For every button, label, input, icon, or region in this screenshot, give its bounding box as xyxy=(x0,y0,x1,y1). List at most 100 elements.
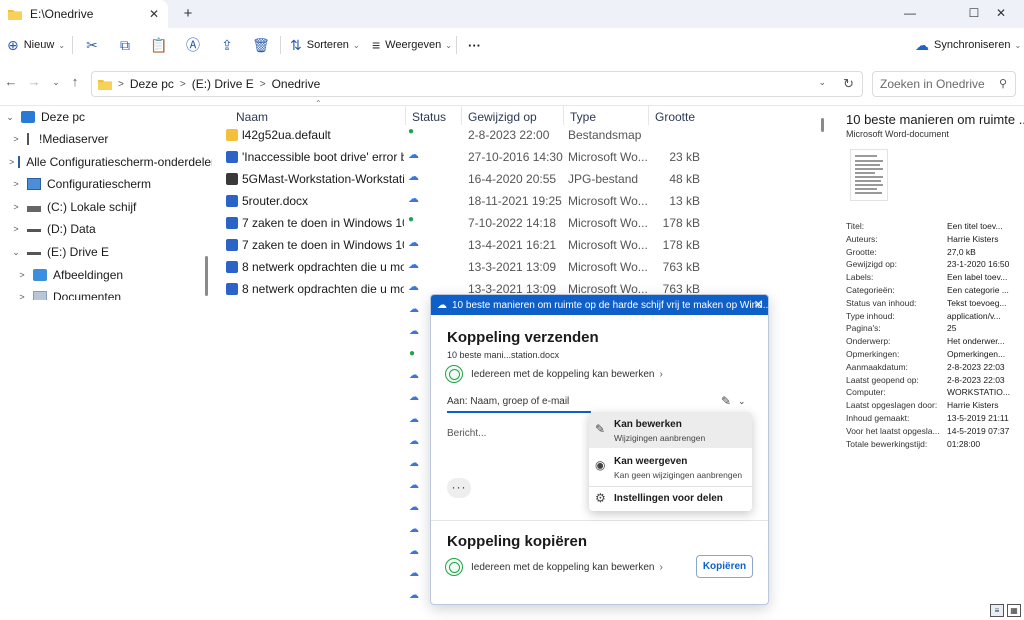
property-row[interactable]: Onderwerp: Het onderwer... xyxy=(846,336,1024,348)
property-value: Een titel toev... xyxy=(947,221,1003,231)
tree-item-documents[interactable]: > Documenten xyxy=(0,286,212,300)
property-row[interactable]: Labels: Een label toev... xyxy=(846,272,1024,284)
menu-item-can-edit[interactable]: ✎ Kan bewerken Wijzigingen aanbrengen xyxy=(589,412,752,448)
tree-item-this-pc[interactable]: ⌄ Deze pc xyxy=(0,106,212,128)
expand-chevron-icon[interactable]: > xyxy=(15,292,29,300)
tree-item-drive-d[interactable]: > (D:) Data xyxy=(0,218,212,240)
nav-scrollbar[interactable] xyxy=(205,256,208,296)
paste-icon[interactable]: 📋 xyxy=(149,35,169,55)
view-button[interactable]: ≡ Weergeven ⌄ xyxy=(372,34,452,56)
breadcrumb-this-pc[interactable]: Deze pc xyxy=(130,77,174,91)
column-header-type[interactable]: Type xyxy=(563,105,596,125)
details-scrollbar[interactable] xyxy=(821,118,824,132)
file-type: Bestandsmap xyxy=(568,128,642,142)
expand-chevron-icon[interactable]: > xyxy=(9,224,23,234)
menu-item-can-view[interactable]: ◉ Kan weergeven Kan geen wijzigingen aan… xyxy=(589,449,752,485)
sort-button[interactable]: ⇅ Sorteren ⌄ xyxy=(290,34,360,56)
property-row[interactable]: Aanmaakdatum: 2-8-2023 22:03 xyxy=(846,362,1024,374)
new-button[interactable]: ⊕ Nieuw ⌄ xyxy=(7,34,65,56)
recipient-input[interactable]: Aan: Naam, groep of e-mail xyxy=(447,395,591,413)
property-key: Gewijzigd op: xyxy=(846,259,898,270)
column-header-size[interactable]: Grootte xyxy=(648,105,695,125)
explorer-tab[interactable]: E:\Onedrive ✕ xyxy=(0,0,168,28)
tree-item-drive-c[interactable]: > (C:) Lokale schijf xyxy=(0,196,212,218)
property-value: Harrie Kisters xyxy=(947,233,999,244)
property-row[interactable]: Type inhoud: application/v... xyxy=(846,311,1024,323)
file-row[interactable]: l42g52ua.default ● 2-8-2023 22:00 Bestandsm… xyxy=(222,124,814,146)
pencil-icon[interactable]: ✎ xyxy=(721,394,731,408)
more-options-button[interactable]: ··· xyxy=(447,478,471,498)
tree-item-mediaserver[interactable]: > !Mediaserver xyxy=(0,128,212,150)
copy-icon[interactable]: ⧉ xyxy=(115,35,135,55)
cut-icon[interactable]: ✂ xyxy=(82,35,102,55)
close-icon[interactable]: ✕ xyxy=(754,298,763,311)
folder-icon xyxy=(98,79,112,90)
property-row[interactable]: Laatst geopend op: 2-8-2023 22:03 xyxy=(846,375,1024,387)
address-history-chevron-icon[interactable]: ⌄ xyxy=(818,77,826,88)
expand-chevron-icon[interactable]: > xyxy=(15,270,29,280)
copy-permission-setting[interactable]: Iedereen met de koppeling kan bewerken › xyxy=(445,557,663,577)
property-row[interactable]: Voor het laatst opgesla... 14-5-2019 07:3… xyxy=(846,426,1024,438)
new-tab-button[interactable]: + xyxy=(178,4,198,24)
file-row[interactable]: 8 netwerk opdrachten die u mo... ☁ 13-3-20… xyxy=(222,256,814,278)
property-row[interactable]: Laatst opgeslagen door: Harrie Kisters xyxy=(846,400,1024,412)
expand-chevron-icon[interactable]: > xyxy=(9,157,14,167)
property-row[interactable]: Pagina's: 25 xyxy=(846,323,1024,335)
address-bar[interactable]: > Deze pc > (E:) Drive E > Onedrive ⌄ ↻ xyxy=(91,71,863,97)
recent-chevron-icon[interactable]: ⌄ xyxy=(48,77,64,95)
cloud-status-icon: ☁ xyxy=(409,524,419,535)
rename-icon[interactable]: Ⓐ xyxy=(183,35,203,55)
property-row[interactable]: Inhoud gemaakt: 13-5-2019 21:11 xyxy=(846,413,1024,425)
property-key: Status van inhoud: xyxy=(846,297,917,308)
close-window-button[interactable]: ✕ xyxy=(978,0,1024,28)
search-input[interactable]: Zoeken in Onedrive ⚲ xyxy=(872,71,1016,97)
property-row[interactable]: Titel: Een titel toev... xyxy=(846,221,1024,233)
permission-setting[interactable]: Iedereen met de koppeling kan bewerken › xyxy=(445,364,663,384)
tree-item-all-control-panel[interactable]: > Alle Configuratiescherm-onderdelen xyxy=(0,151,212,173)
file-row[interactable]: 7 zaken te doen in Windows 10... ☁ 13-4-20… xyxy=(222,234,814,256)
property-row[interactable]: Opmerkingen: Opmerkingen... xyxy=(846,349,1024,361)
column-header-modified[interactable]: Gewijzigd op xyxy=(461,105,537,125)
file-row[interactable]: 'Inaccessible boot drive' error b... ☁ 27-… xyxy=(222,146,814,168)
back-arrow-icon[interactable]: ← xyxy=(3,74,19,92)
tree-item-pictures[interactable]: > Afbeeldingen xyxy=(0,264,212,286)
tree-item-control-panel[interactable]: > Configuratiescherm xyxy=(0,173,212,195)
share-icon[interactable]: ⇪ xyxy=(217,35,237,55)
delete-icon[interactable]: 🗑 xyxy=(251,35,271,55)
expand-chevron-icon[interactable]: > xyxy=(9,202,23,212)
file-row[interactable]: 5router.docx ☁ 18-11-2021 19:25 Microsoft W… xyxy=(222,190,814,212)
expand-chevron-icon[interactable]: ⌄ xyxy=(9,247,23,258)
large-icons-view-icon[interactable]: ▦ xyxy=(1007,604,1021,617)
chevron-down-icon[interactable]: ⌄ xyxy=(738,396,746,407)
property-row[interactable]: Categorieën: Een categorie ... xyxy=(846,285,1024,297)
property-row[interactable]: Auteurs: Harrie Kisters xyxy=(846,234,1024,246)
forward-arrow-icon[interactable]: → xyxy=(26,74,42,92)
tab-close-icon[interactable]: ✕ xyxy=(146,7,162,21)
copy-button[interactable]: Kopiëren xyxy=(696,555,753,578)
sync-button[interactable]: ☁ Synchroniseren ⌄ xyxy=(915,34,1021,56)
menu-item-sharing-settings[interactable]: ⚙ Instellingen voor delen xyxy=(589,488,752,510)
property-row[interactable]: Status van inhoud: Tekst toevoeg... xyxy=(846,298,1024,310)
tree-item-drive-e[interactable]: ⌄ (E:) Drive E xyxy=(0,241,212,263)
toolbar-divider xyxy=(72,36,73,54)
property-row[interactable]: Grootte: 27,0 kB xyxy=(846,247,1024,259)
minimize-button[interactable]: — xyxy=(887,0,933,28)
up-arrow-icon[interactable]: ↑ xyxy=(67,74,83,92)
breadcrumb-onedrive[interactable]: Onedrive xyxy=(272,77,321,91)
property-row[interactable]: Totale bewerkingstijd: 01:28:00 xyxy=(846,439,1024,451)
column-header-status[interactable]: Status xyxy=(405,105,446,125)
more-options-button[interactable]: ··· xyxy=(468,34,481,56)
file-row[interactable]: 5GMast-Workstation-Workstati... ☁ 16-4-202… xyxy=(222,168,814,190)
expand-chevron-icon[interactable]: > xyxy=(9,134,23,144)
breadcrumb-drive-e[interactable]: (E:) Drive E xyxy=(192,77,254,91)
expand-chevron-icon[interactable]: > xyxy=(9,179,23,189)
tree-label: Documenten xyxy=(53,290,122,300)
property-row[interactable]: Gewijzigd op: 23-1-2020 16:50 xyxy=(846,259,1024,271)
expand-chevron-icon[interactable]: ⌄ xyxy=(3,112,17,123)
message-input[interactable]: Bericht... xyxy=(447,428,486,439)
refresh-icon[interactable]: ↻ xyxy=(843,76,854,92)
property-row[interactable]: Computer: WORKSTATIO... xyxy=(846,387,1024,399)
breadcrumb-separator: > xyxy=(259,78,266,90)
details-view-icon[interactable]: ≡ xyxy=(990,604,1004,617)
file-row[interactable]: 7 zaken te doen in Windows 10... ● 7-10-20… xyxy=(222,212,814,234)
